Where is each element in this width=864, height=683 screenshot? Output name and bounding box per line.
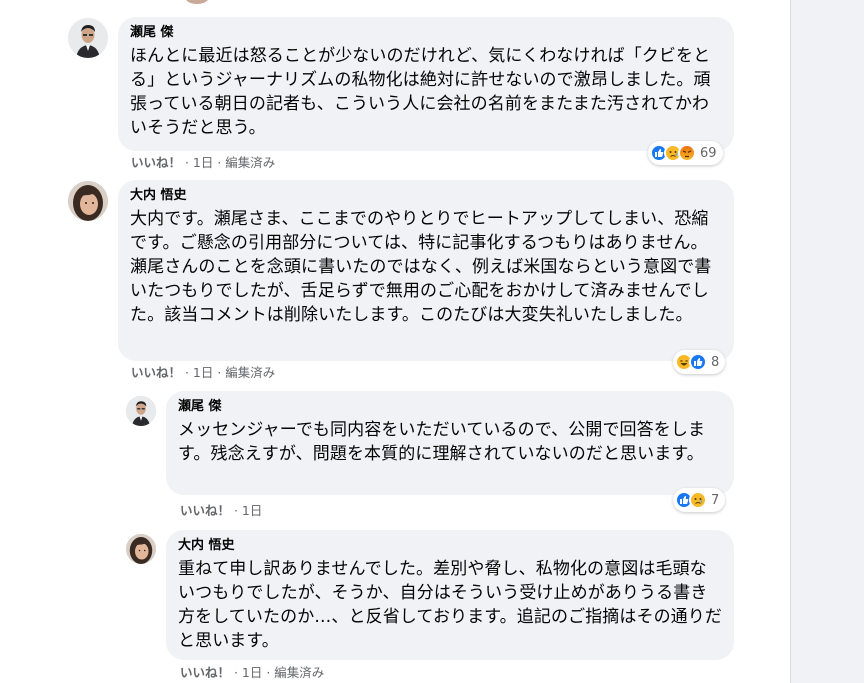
comment-author[interactable]: 瀬尾 傑 <box>130 25 722 41</box>
like-button[interactable]: いいね！ <box>131 365 181 380</box>
comment-meta: · 1日 · 編集済み <box>230 665 325 680</box>
comment-meta: · 1日 · 編集済み <box>181 365 276 380</box>
comment-author[interactable]: 瀬尾 傑 <box>178 399 722 415</box>
like-button[interactable]: いいね！ <box>180 665 230 680</box>
like-reaction-icon <box>689 353 707 371</box>
comment-text: ほんとに最近は怒ることが少ないのだけれど、気にくわなければ「クビをとる」というジ… <box>130 46 711 138</box>
comment-text: メッセンジャーでも同内容をいただいているので、公開で回答をします。残念えすが、問… <box>178 420 706 464</box>
comment-bubble: 瀬尾 傑 ほんとに最近は怒ることが少ないのだけれど、気にくわなければ「クビをとる… <box>118 17 734 151</box>
comment-author[interactable]: 大内 悟史 <box>178 538 722 554</box>
avatar[interactable] <box>126 534 156 564</box>
comments-panel: 瀬尾 傑 ほんとに最近は怒ることが少ないのだけれど、気にくわなければ「クビをとる… <box>0 0 790 683</box>
reaction-count: 7 <box>711 492 720 508</box>
comment-actions: いいね！ · 1日 · 編集済み <box>180 665 324 681</box>
avatar <box>185 0 209 4</box>
reaction-summary[interactable]: 8 <box>673 350 726 374</box>
comment-actions: いいね！ · 1日 · 編集済み <box>131 365 275 381</box>
reply-bubble: 瀬尾 傑 メッセンジャーでも同内容をいただいているので、公開で回答をします。残念… <box>166 391 734 495</box>
like-button[interactable]: いいね！ <box>131 155 181 170</box>
avatar[interactable] <box>68 181 108 221</box>
sad-reaction-icon <box>689 491 707 509</box>
comment-bubble: 大内 悟史 大内です。瀬尾さま、ここまでのやりとりでヒートアップしてしまい、恐縮… <box>118 180 734 361</box>
divider <box>790 0 791 683</box>
like-button[interactable]: いいね！ <box>180 503 230 518</box>
avatar[interactable] <box>68 18 108 58</box>
comment-actions: いいね！ · 1日 <box>180 503 262 519</box>
comment-text: 重ねて申し訳ありませんでした。差別や脅し、私物化の意図は毛頭ないつもりでしたが、… <box>178 559 722 651</box>
comment-text: 大内です。瀬尾さま、ここまでのやりとりでヒートアップしてしまい、恐縮です。ご懸念… <box>130 209 712 325</box>
comment-author[interactable]: 大内 悟史 <box>130 188 722 204</box>
reaction-summary[interactable]: 69 <box>648 141 723 165</box>
reaction-count: 8 <box>711 354 720 370</box>
reaction-summary[interactable]: 7 <box>673 488 726 512</box>
angry-reaction-icon <box>678 144 696 162</box>
comment-meta: · 1日 · 編集済み <box>181 155 276 170</box>
reply-bubble: 大内 悟史 重ねて申し訳ありませんでした。差別や脅し、私物化の意図は毛頭ないつも… <box>166 530 734 660</box>
avatar[interactable] <box>126 396 156 426</box>
reaction-count: 69 <box>700 145 717 161</box>
comment-meta: · 1日 <box>230 503 263 518</box>
comment-actions: いいね！ · 1日 · 編集済み <box>131 155 275 171</box>
